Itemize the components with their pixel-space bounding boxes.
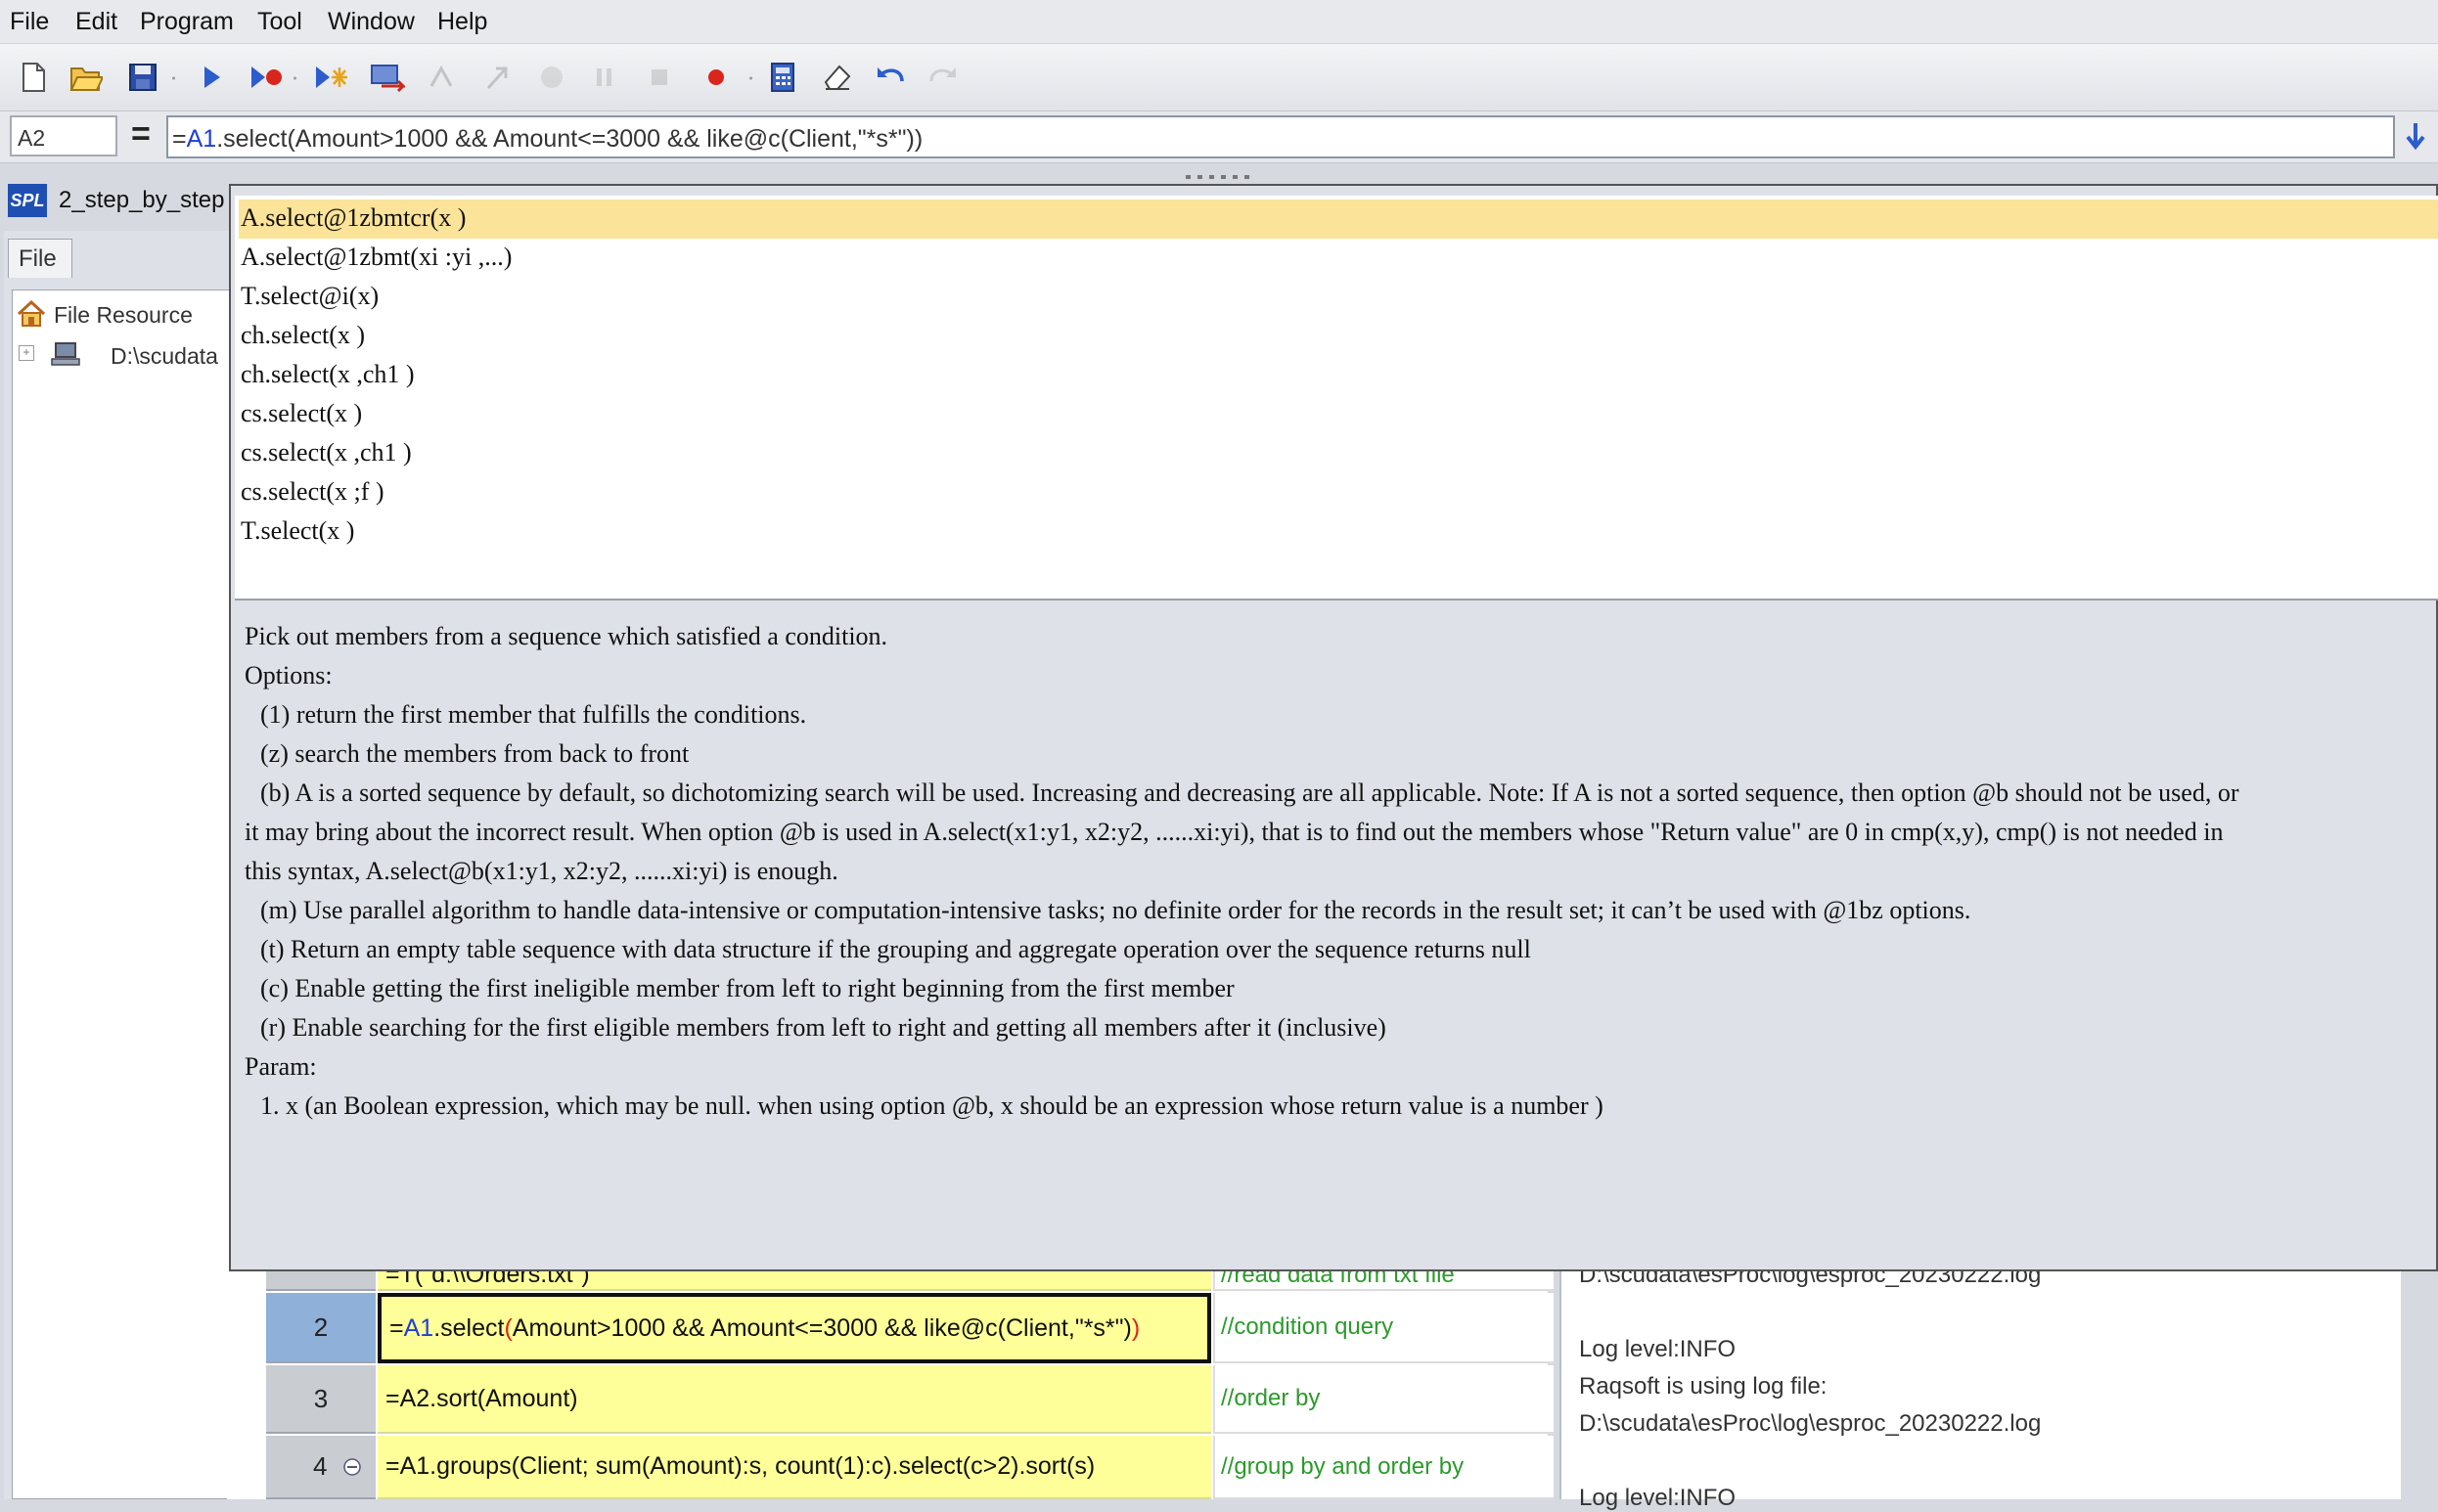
log-line: D:\scudata\esProc\log\esproc_20230222.lo…	[1579, 1410, 2042, 1437]
suggestion-item[interactable]: A.select@1zbmt(xi :yi ,...)	[239, 239, 2438, 278]
redo-icon[interactable]	[924, 58, 963, 97]
breakpoint-icon[interactable]	[697, 58, 736, 97]
collapse-icon[interactable]	[342, 1457, 362, 1477]
desc-option: (m) Use parallel algorithm to handle dat…	[260, 896, 1971, 924]
home-icon	[17, 299, 46, 333]
suggestion-item[interactable]: ch.select(x ,ch1 )	[239, 356, 2438, 395]
toolbar-separator	[172, 66, 175, 91]
desc-summary: Pick out members from a sequence which s…	[245, 622, 888, 650]
tree-child-label[interactable]: D:\scudata	[111, 343, 218, 370]
spl-logo: SPL	[8, 184, 47, 217]
cell-a4[interactable]: =A1.groups(Client; sum(Amount):s, count(…	[378, 1436, 1211, 1499]
suggestion-item[interactable]: ch.select(x )	[239, 317, 2438, 356]
calc-cell-icon[interactable]	[368, 58, 407, 97]
cell-a2[interactable]: = A1 .select(Amount>1000 && Amount<=3000 &…	[378, 1293, 1211, 1363]
desc-option-cont: this syntax, A.select@b(x1:y1, x2:y2, ..…	[245, 857, 838, 885]
cell-name-field[interactable]: A2	[10, 115, 117, 156]
cell-a3[interactable]: =A2.sort(Amount)	[378, 1365, 1211, 1434]
desc-option: (c) Enable getting the first ineligible …	[260, 974, 1235, 1002]
calculator-icon[interactable]	[763, 58, 802, 97]
desc-option: (r) Enable searching for the first eligi…	[260, 1013, 1386, 1042]
formula-prefix: =	[172, 125, 187, 153]
cell-b4[interactable]: //group by and order by	[1213, 1436, 1554, 1499]
desc-options-label: Options:	[245, 661, 333, 689]
desc-option-cont: it may bring about the incorrect result.…	[245, 818, 2224, 846]
debug-run-icon[interactable]	[247, 58, 286, 97]
menu-file[interactable]: File	[10, 8, 49, 36]
equals-sign: =	[131, 115, 151, 153]
cell-a2-prefix: =	[389, 1313, 404, 1342]
menu-window[interactable]: Window	[328, 8, 415, 36]
desc-param: 1. x (an Boolean expression, which may b…	[260, 1091, 1603, 1120]
suggestion-item[interactable]: T.select(x )	[239, 512, 2438, 552]
toolbar-separator	[293, 66, 296, 91]
file-tab-title[interactable]: 2_step_by_step	[59, 187, 224, 214]
menu-tool[interactable]: Tool	[257, 8, 302, 36]
arrow-down-icon[interactable]	[2403, 121, 2428, 157]
menu-help[interactable]: Help	[437, 8, 487, 36]
toolbar	[0, 44, 2438, 111]
undo-icon[interactable]	[871, 58, 910, 97]
desc-param-label: Param:	[245, 1052, 317, 1081]
toolbar-separator	[749, 66, 752, 91]
pause-icon[interactable]	[585, 58, 624, 97]
desc-option: (z) search the members from back to fron…	[260, 739, 690, 768]
desc-option: (b) A is a sorted sequence by default, s…	[260, 778, 2239, 807]
cell-b3[interactable]: //order by	[1213, 1365, 1554, 1434]
formula-bar: A2 = =A1.select(Amount>1000 && Amount<=3…	[0, 111, 2438, 163]
log-line: Raqsoft is using log file:	[1579, 1373, 1828, 1400]
computer-icon	[50, 341, 81, 372]
cell-a2-paren-open: (	[504, 1313, 513, 1342]
formula-rest: .select(Amount>1000 && Amount<=3000 && l…	[216, 125, 924, 153]
tree-root-label[interactable]: File Resource	[54, 302, 193, 329]
eraser-icon[interactable]	[818, 58, 857, 97]
suggestion-item[interactable]: cs.select(x )	[239, 395, 2438, 434]
menu-edit[interactable]: Edit	[75, 8, 117, 36]
log-line: Log level:INFO	[1579, 1336, 1737, 1362]
file-tab-button[interactable]: File	[8, 239, 72, 278]
save-icon[interactable]	[123, 58, 162, 97]
step-into-icon[interactable]	[477, 58, 517, 97]
suggestion-item[interactable]: cs.select(x ;f )	[239, 473, 2438, 512]
cell-a2-paren-close: )	[1131, 1313, 1141, 1342]
row-header-3[interactable]: 3	[266, 1365, 376, 1434]
menu-program[interactable]: Program	[140, 8, 234, 36]
cell-a2-func: .select	[433, 1313, 505, 1342]
file-resource-tree: File Resource + D:\scudata	[12, 289, 231, 1499]
step-over-icon[interactable]	[423, 58, 462, 97]
cell-a2-body: Amount>1000 && Amount<=3000 && like@c(Cl…	[512, 1313, 1132, 1342]
expand-toggle-icon[interactable]: +	[19, 345, 34, 361]
menu-bar: File Edit Program Tool Window Help	[0, 0, 2438, 44]
cell-b2[interactable]: //condition query	[1213, 1293, 1554, 1363]
formula-input[interactable]: =A1.select(Amount>1000 && Amount<=3000 &…	[166, 115, 2395, 158]
stop-icon[interactable]	[640, 58, 679, 97]
suggestion-item[interactable]: cs.select(x ,ch1 )	[239, 434, 2438, 473]
row-number-4: 4	[313, 1451, 328, 1481]
cell-a2-ref: A1	[403, 1313, 434, 1342]
row-header-4[interactable]: 4	[266, 1436, 376, 1499]
desc-option: (t) Return an empty table sequence with …	[260, 935, 1531, 963]
new-file-icon[interactable]	[14, 58, 53, 97]
run-icon[interactable]	[192, 58, 231, 97]
step-return-icon[interactable]	[532, 58, 571, 97]
desc-option: (1) return the first member that fulfill…	[260, 700, 807, 729]
open-folder-icon[interactable]	[67, 58, 106, 97]
row-header-2[interactable]: 2	[266, 1293, 376, 1363]
step-icon[interactable]	[311, 58, 350, 97]
popup-resize-handle[interactable]	[1184, 168, 1252, 179]
log-panel: D:\scudata\esProc\log\esproc_20230222.lo…	[1559, 1262, 2401, 1511]
suggestion-item[interactable]: A.select@1zbmtcr(x )	[239, 200, 2438, 239]
suggestion-item[interactable]: T.select@i(x)	[239, 278, 2438, 317]
formula-ref: A1	[186, 125, 217, 153]
log-line: Log level:INFO	[1579, 1485, 1737, 1511]
